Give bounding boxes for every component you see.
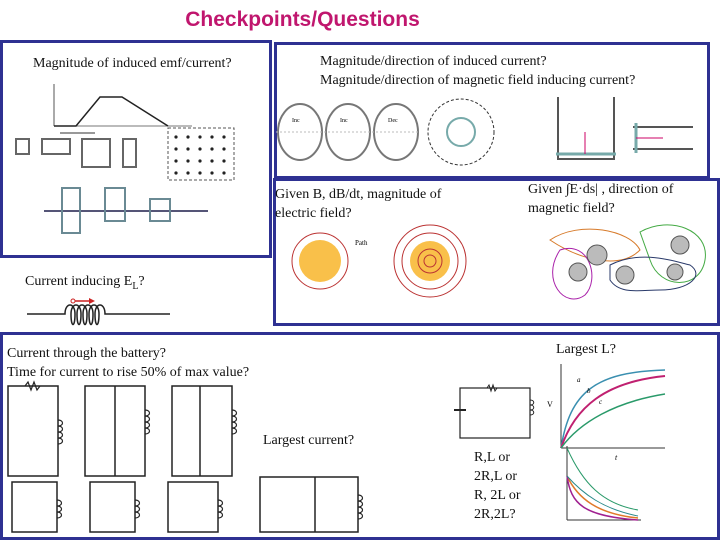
inductor-diagram bbox=[27, 298, 170, 326]
loops-diagram bbox=[15, 127, 235, 181]
decay-graph bbox=[566, 446, 641, 521]
slide: Checkpoints/Questions Magnitude of induc… bbox=[0, 0, 720, 540]
vl-growth-graph: V t a b c bbox=[547, 364, 666, 462]
label-inc: Inc bbox=[340, 118, 348, 124]
question-el: Current inducing EL? bbox=[25, 272, 145, 296]
question-battery-1: Current through the battery? bbox=[7, 346, 167, 361]
loops-in-field-diagram: Inc Inc Dec bbox=[276, 97, 693, 166]
square-wave-loops bbox=[44, 187, 208, 234]
label-inc: Inc bbox=[292, 118, 300, 124]
curve-label-c: c bbox=[599, 398, 603, 406]
slide-title: Checkpoints/Questions bbox=[185, 8, 420, 31]
circuit-diagrams bbox=[7, 380, 364, 533]
label-path: Path bbox=[355, 239, 368, 247]
rl-circuit-diagram bbox=[454, 383, 535, 439]
question-current-direction-2: Magnitude/direction of magnetic field in… bbox=[320, 73, 636, 88]
question-rl-4: 2R,2L? bbox=[474, 507, 516, 522]
question-current-direction-1: Magnitude/direction of induced current? bbox=[320, 54, 547, 69]
curve-label-a: a bbox=[577, 376, 581, 384]
magnetic-field-loops-diagram bbox=[549, 224, 706, 300]
question-bfield-2: magnetic field? bbox=[528, 201, 615, 216]
question-bfield-1: Given ∫E·ds| , direction of bbox=[528, 182, 674, 197]
question-efield-1: Given B, dB/dt, magnitude of bbox=[275, 187, 442, 202]
question-el-text: Current inducing E bbox=[25, 274, 133, 289]
question-rl-3: R, 2L or bbox=[474, 488, 521, 503]
question-rl-1: R,L or bbox=[474, 450, 511, 465]
axis-label-vl: V bbox=[547, 400, 553, 409]
question-el-mark: ? bbox=[138, 274, 145, 289]
electric-field-diagram: Path bbox=[291, 224, 467, 298]
curve-label-b: b bbox=[587, 387, 591, 395]
question-largest-l: Largest L? bbox=[556, 342, 616, 357]
question-emf: Magnitude of induced emf/current? bbox=[33, 56, 232, 71]
question-rl-2: 2R,L or bbox=[474, 469, 518, 484]
label-dec: Dec bbox=[388, 118, 398, 124]
question-efield-2: electric field? bbox=[275, 206, 352, 221]
